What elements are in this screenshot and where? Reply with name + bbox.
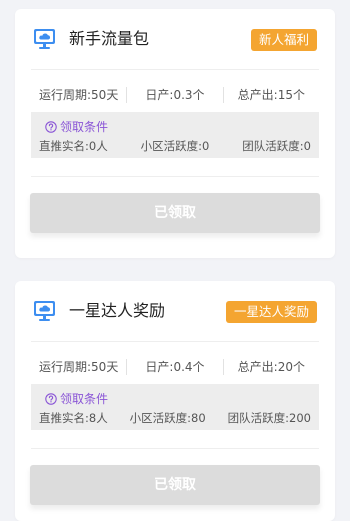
card-title: 新手流量包 <box>69 29 150 48</box>
card-header: 新手流量包 新人福利 <box>15 9 335 69</box>
conditions-title: 领取条件 <box>60 392 109 406</box>
condition-direct-referrals: 直推实名:0人 <box>39 139 108 153</box>
divider <box>31 341 319 342</box>
claimed-button[interactable]: 已领取 <box>30 465 320 505</box>
stat-total-output: 总产出:15个 <box>237 88 305 102</box>
reward-card: 一星达人奖励 一星达人奖励 运行周期:50天 日产:0.4个 总产出:20个 领… <box>15 281 335 521</box>
stat-period: 运行周期:50天 <box>39 360 119 374</box>
conditions-box: 领取条件 直推实名:8人 小区活跃度:80 团队活跃度:200 <box>31 384 319 430</box>
badge: 新人福利 <box>250 29 317 51</box>
reward-card: 新手流量包 新人福利 运行周期:50天 日产:0.3个 总产出:15个 领取条件… <box>15 9 335 258</box>
condition-community-activity: 小区活跃度:80 <box>129 411 206 425</box>
stat-daily-output: 日产:0.4个 <box>145 360 205 374</box>
conditions-header: 领取条件 <box>45 119 108 135</box>
condition-team-activity: 团队活跃度:200 <box>227 411 311 425</box>
divider <box>31 69 319 70</box>
conditions-header: 领取条件 <box>45 391 108 407</box>
claimed-button[interactable]: 已领取 <box>30 193 320 233</box>
stat-period: 运行周期:50天 <box>39 88 119 102</box>
stat-daily-output: 日产:0.3个 <box>145 88 205 102</box>
conditions-row: 直推实名:0人 小区活跃度:0 团队活跃度:0 <box>39 138 311 154</box>
card-header: 一星达人奖励 一星达人奖励 <box>15 281 335 341</box>
stats-row: 运行周期:50天 日产:0.4个 总产出:20个 <box>31 357 319 377</box>
monitor-cloud-icon <box>33 28 56 50</box>
monitor-cloud-icon <box>33 300 56 322</box>
condition-team-activity: 团队活跃度:0 <box>242 139 311 153</box>
card-title: 一星达人奖励 <box>69 301 166 320</box>
conditions-title: 领取条件 <box>60 120 109 134</box>
badge: 一星达人奖励 <box>225 301 317 323</box>
question-circle-icon <box>45 393 57 405</box>
divider <box>31 448 319 449</box>
divider <box>31 176 319 177</box>
stat-total-output: 总产出:20个 <box>237 360 305 374</box>
stats-row: 运行周期:50天 日产:0.3个 总产出:15个 <box>31 85 319 105</box>
conditions-row: 直推实名:8人 小区活跃度:80 团队活跃度:200 <box>39 410 311 426</box>
condition-community-activity: 小区活跃度:0 <box>140 139 210 153</box>
conditions-box: 领取条件 直推实名:0人 小区活跃度:0 团队活跃度:0 <box>31 112 319 158</box>
condition-direct-referrals: 直推实名:8人 <box>39 411 108 425</box>
question-circle-icon <box>45 121 57 133</box>
